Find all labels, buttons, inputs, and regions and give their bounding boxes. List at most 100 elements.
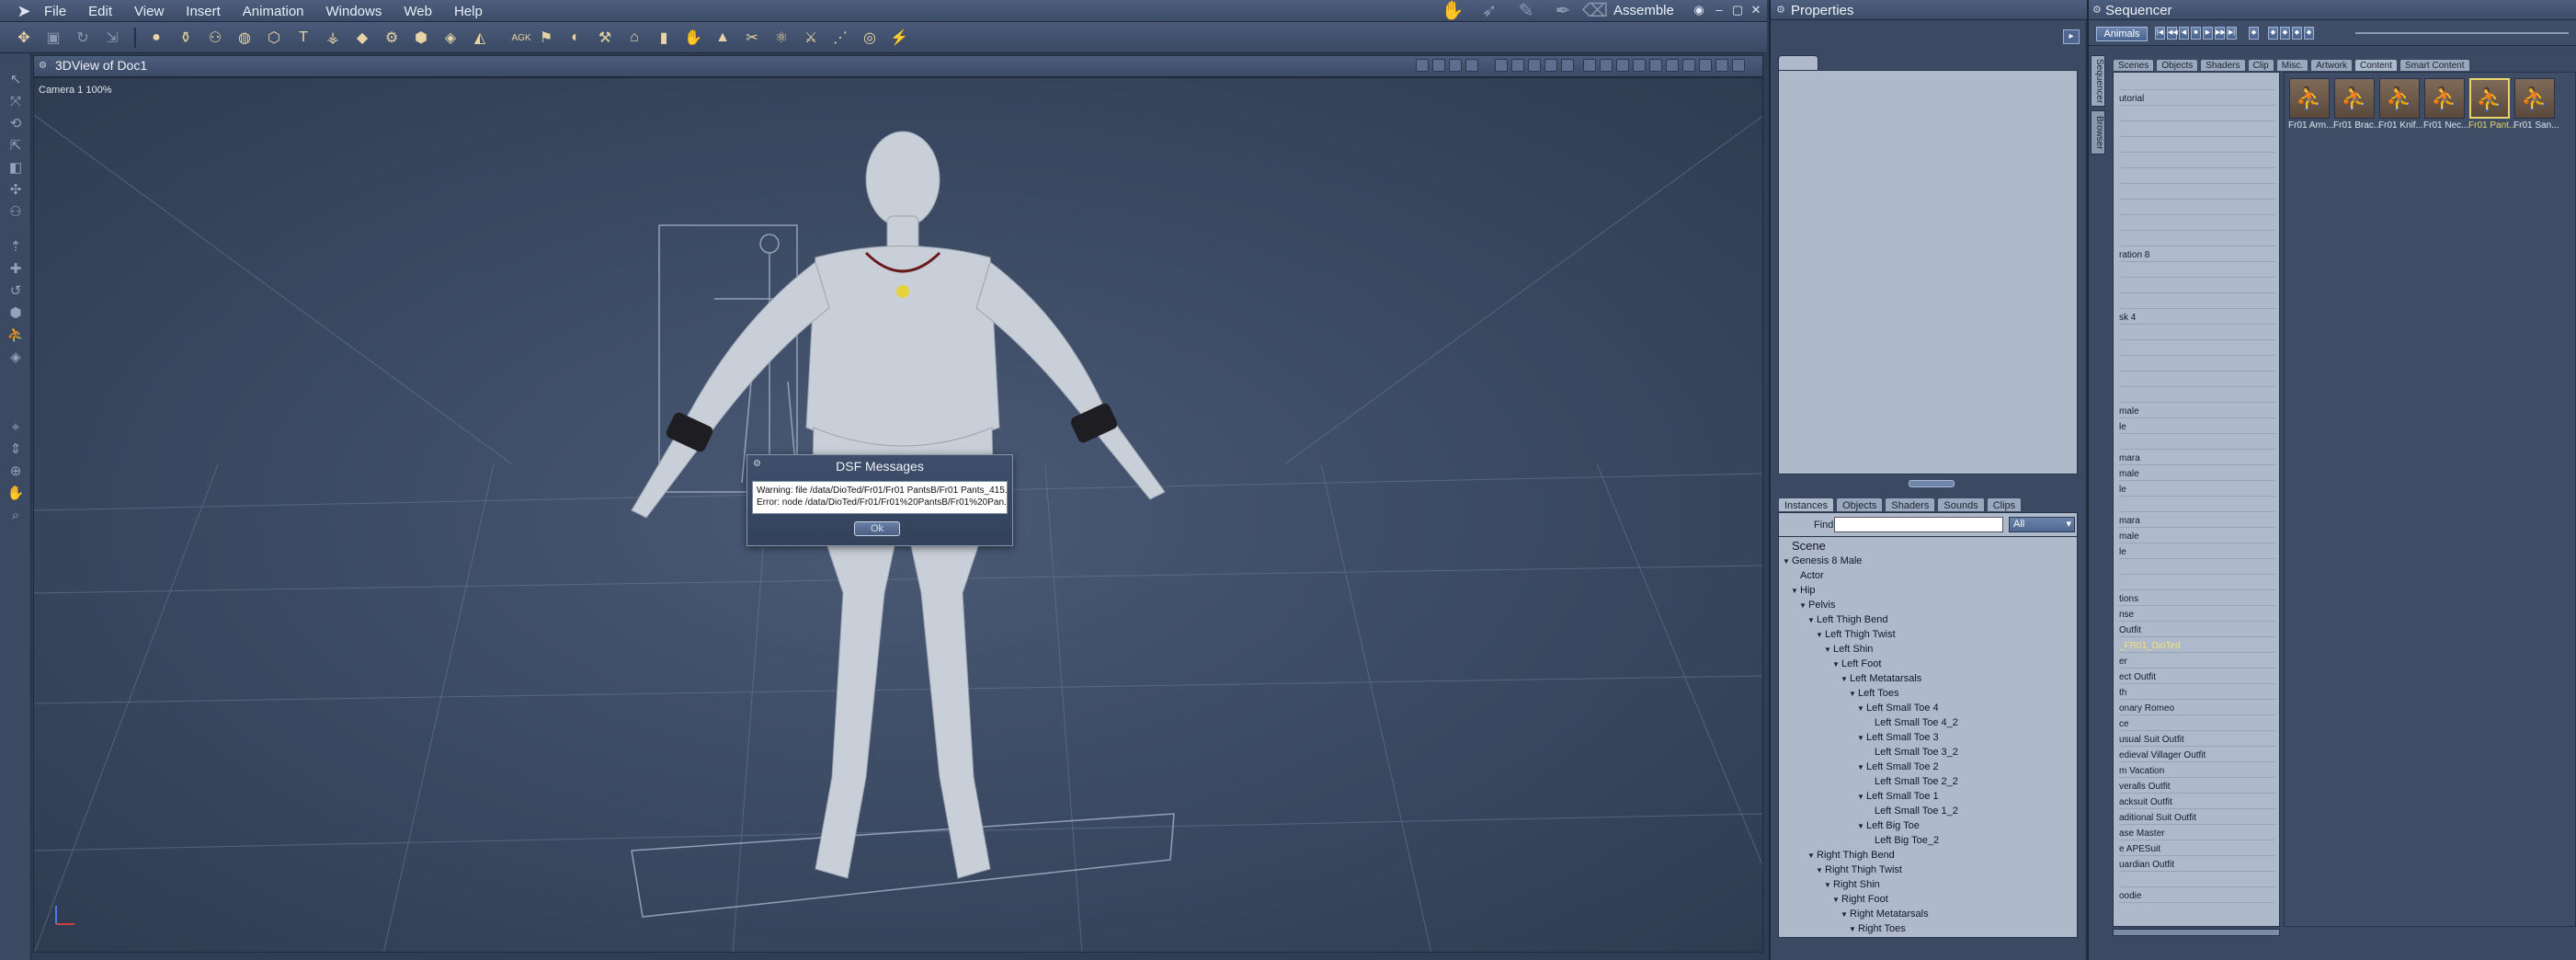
content-folder-item[interactable] (2119, 154, 2275, 168)
expand-arrow-icon[interactable]: ▼ (1841, 672, 1850, 687)
content-folder-item[interactable]: veralls Outfit (2119, 780, 2275, 794)
content-folder-item[interactable]: ect Outfit (2119, 670, 2275, 684)
tree-node[interactable]: ▼ Right Thigh Twist (1816, 863, 1902, 877)
cloth-icon[interactable]: ⚶ (322, 27, 344, 49)
content-folder-item[interactable]: le (2119, 483, 2275, 497)
content-folder-item[interactable]: sk 4 (2119, 311, 2275, 325)
maximize-icon[interactable]: ▢ (1730, 3, 1745, 17)
reset-icon[interactable] (1699, 59, 1712, 72)
menu-edit[interactable]: Edit (88, 4, 112, 19)
content-folder-item[interactable]: acksuit Outfit (2119, 795, 2275, 809)
tree-node[interactable]: Scene (1783, 539, 1826, 554)
content-folder-item[interactable] (2119, 295, 2275, 309)
play-icon[interactable]: ▶ (2203, 27, 2213, 40)
content-folder-item[interactable]: oodie (2119, 889, 2275, 903)
transform-icon[interactable]: ✣ (5, 180, 27, 200)
cylinder-icon[interactable]: ▮ (653, 27, 675, 49)
loop-icon[interactable]: ◆ (2304, 27, 2314, 40)
content-folder-item[interactable] (2119, 498, 2275, 512)
hand-icon[interactable]: ✋ (682, 27, 704, 49)
content-folder-item[interactable]: le (2119, 545, 2275, 559)
region-icon[interactable]: ◧ (5, 158, 27, 178)
tree-node[interactable]: ▼ Left Shin (1824, 642, 1873, 657)
stop-icon[interactable]: ■ (2191, 27, 2201, 40)
content-folder-item[interactable]: male (2119, 405, 2275, 418)
knife-icon[interactable]: ⚔ (800, 27, 822, 49)
scale-tool-icon[interactable]: ⇲ (101, 27, 123, 49)
content-folder-item[interactable]: aditional Suit Outfit (2119, 811, 2275, 825)
content-folder-item[interactable] (2119, 233, 2275, 246)
eraser-icon[interactable]: ⌫ (1581, 2, 1609, 20)
menu-file[interactable]: File (44, 4, 66, 19)
dialog-message-box[interactable]: Warning: file /data/DioTed/Fr01/Fr01 Pan… (752, 481, 1008, 514)
sphere-icon[interactable]: ● (145, 27, 167, 49)
rewind-icon[interactable]: ◀◀ (2167, 27, 2178, 40)
expand-arrow-icon[interactable]: ▼ (1783, 554, 1792, 569)
content-tab-smart-content[interactable]: Smart Content (2399, 59, 2470, 72)
ok-button[interactable]: Ok (854, 521, 900, 536)
brush-icon[interactable]: ⚡ (888, 27, 910, 49)
expand-arrow-icon[interactable]: ▼ (1832, 893, 1841, 908)
tree-node[interactable]: ▼ Left Toes (1849, 686, 1898, 701)
content-folder-item[interactable] (2119, 264, 2275, 278)
expand-arrow-icon[interactable]: ▼ (1807, 613, 1817, 628)
key-add-icon[interactable]: ◆ (2268, 27, 2278, 40)
tree-node[interactable]: ▼ Right Foot (1832, 892, 1888, 907)
tab-instances[interactable]: Instances (1778, 497, 1835, 512)
browser-vertical-tab[interactable]: Browser (2091, 110, 2105, 154)
content-folder-item[interactable] (2119, 170, 2275, 184)
step-back-icon[interactable]: ◀ (2179, 27, 2189, 40)
tree-node[interactable]: ▼ Left Small Toe 3 (1857, 730, 1939, 745)
arrow-tool-icon[interactable]: ↖ (5, 70, 27, 90)
content-folder-item[interactable]: Outfit (2119, 623, 2275, 637)
tool-a-icon[interactable]: ⚑ (535, 27, 557, 49)
content-folder-item[interactable] (2119, 186, 2275, 200)
floor-icon[interactable]: ◆ (351, 27, 373, 49)
tree-node[interactable]: ▼ Left Thigh Bend (1807, 612, 1887, 627)
content-thumbnail[interactable]: ⛹ Fr01 Pant... (2468, 78, 2516, 137)
tree-node[interactable]: ▼ Left Thigh Twist (1816, 627, 1896, 642)
light-icon[interactable] (1416, 59, 1429, 72)
content-folder-item[interactable] (2119, 326, 2275, 340)
expand-arrow-icon[interactable]: ▼ (1824, 643, 1833, 657)
viewport-options-icon[interactable]: ⚙ (39, 61, 47, 71)
content-folder-item[interactable]: _FR01_DioTed (2119, 639, 2275, 653)
node-tool-icon[interactable]: ⤧ (5, 92, 27, 112)
pan-hand-icon[interactable]: ✋ (5, 484, 27, 504)
content-tab-scenes[interactable]: Scenes (2113, 59, 2155, 72)
drape-icon[interactable]: ◈ (439, 27, 462, 49)
joint-icon[interactable]: ⬡ (263, 27, 285, 49)
sphere-view-icon[interactable] (1715, 59, 1728, 72)
aim-icon[interactable] (1682, 59, 1695, 72)
content-tab-objects[interactable]: Objects (2156, 59, 2199, 72)
expand-arrow-icon[interactable]: ▼ (1857, 790, 1866, 805)
pane-options-icon[interactable]: ⚙ (2092, 4, 2102, 16)
scissors-icon[interactable]: ✂ (741, 27, 763, 49)
content-folder-item[interactable]: ase Master (2119, 827, 2275, 840)
pose-tool-icon[interactable]: ⇡ (5, 237, 27, 257)
universal-tool-icon[interactable]: ✥ (13, 27, 35, 49)
nav-zoom-icon[interactable] (1633, 59, 1646, 72)
camera-icon[interactable]: ⌖ (5, 417, 27, 438)
joint-icon[interactable]: ⚇ (5, 202, 27, 223)
cube-view-icon[interactable] (1649, 59, 1662, 72)
tree-node[interactable]: ▼ Left Small Toe 2 (1857, 760, 1939, 774)
agk-icon[interactable]: AGK (507, 27, 535, 49)
tab-shaders[interactable]: Shaders (1885, 497, 1936, 512)
tree-node[interactable]: ▼ Left Small Toe 1 (1857, 789, 1939, 804)
content-thumbnail[interactable]: ⛹ Fr01 San... (2513, 78, 2559, 137)
content-folder-item[interactable]: th (2119, 686, 2275, 700)
gear-icon[interactable]: ⚙ (381, 27, 403, 49)
menu-windows[interactable]: Windows (326, 4, 382, 19)
tree-node[interactable]: Left Small Toe 1_2 (1865, 804, 1958, 818)
dolly-icon[interactable]: ⇕ (5, 440, 27, 460)
content-folder-item[interactable] (2119, 358, 2275, 371)
pane-menu-icon[interactable]: ▸ (2063, 29, 2080, 44)
content-folder-item[interactable]: ration 8 (2119, 248, 2275, 262)
expand-arrow-icon[interactable]: ▼ (1857, 702, 1866, 716)
shading-icon[interactable] (1449, 59, 1462, 72)
animals-button[interactable]: Animals (2096, 27, 2148, 41)
content-folder-item[interactable] (2119, 577, 2275, 590)
minimize-icon[interactable]: – (1712, 3, 1727, 17)
tool-b-icon[interactable]: ◐ (564, 27, 587, 49)
